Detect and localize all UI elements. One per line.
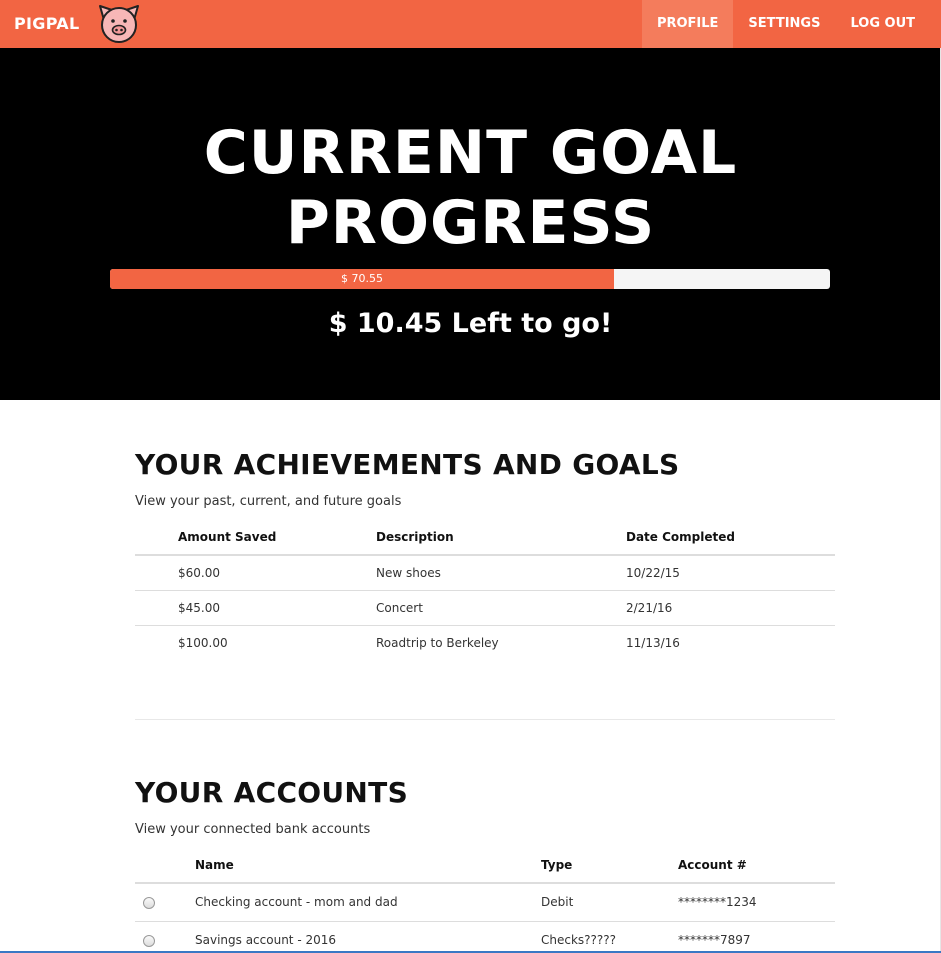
header-name: Name xyxy=(195,858,234,872)
cell-account-name: Checking account - mom and dad xyxy=(195,895,398,909)
section-divider xyxy=(135,719,835,720)
goals-table-header: Amount Saved Description Date Completed xyxy=(135,520,835,556)
nav-settings[interactable]: SETTINGS xyxy=(733,0,835,48)
header-amount-saved: Amount Saved xyxy=(178,530,277,544)
cell-date: 2/21/16 xyxy=(626,601,673,615)
header-description: Description xyxy=(376,530,454,544)
nav-menu: PROFILE SETTINGS LOG OUT xyxy=(641,0,930,48)
goal-progress-label: $ 70.55 xyxy=(341,272,383,285)
hero-title-line-2: PROGRESS xyxy=(285,188,656,258)
cell-date: 11/13/16 xyxy=(626,636,680,650)
cell-account-type: Checks????? xyxy=(541,933,617,947)
table-row: $45.00 Concert 2/21/16 xyxy=(135,591,835,626)
accounts-subtitle: View your connected bank accounts xyxy=(135,822,371,837)
hero-title: CURRENT GOAL PROGRESS xyxy=(0,118,941,258)
cell-description: Concert xyxy=(376,601,423,615)
header-account-number: Account # xyxy=(678,858,747,872)
header-type: Type xyxy=(541,858,573,872)
table-row: Checking account - mom and dad Debit ***… xyxy=(135,884,835,922)
goal-hero: CURRENT GOAL PROGRESS $ 70.55 $ 10.45 Le… xyxy=(0,48,941,400)
cell-amount: $60.00 xyxy=(178,566,220,580)
cell-account-name: Savings account - 2016 xyxy=(195,933,336,947)
goals-title: YOUR ACHIEVEMENTS AND GOALS xyxy=(135,448,680,481)
cell-description: Roadtrip to Berkeley xyxy=(376,636,499,650)
table-row: $100.00 Roadtrip to Berkeley 11/13/16 xyxy=(135,626,835,661)
cell-description: New shoes xyxy=(376,566,441,580)
goals-table: Amount Saved Description Date Completed … xyxy=(135,520,835,661)
cell-account-number: *******7897 xyxy=(678,933,751,947)
cell-amount: $45.00 xyxy=(178,601,220,615)
nav-profile[interactable]: PROFILE xyxy=(641,0,734,48)
goals-subtitle: View your past, current, and future goal… xyxy=(135,494,402,509)
pig-logo-icon[interactable] xyxy=(92,2,146,44)
goal-progress-bar: $ 70.55 xyxy=(110,269,830,289)
cell-account-number: ********1234 xyxy=(678,895,757,909)
cell-date: 10/22/15 xyxy=(626,566,680,580)
table-row: $60.00 New shoes 10/22/15 xyxy=(135,556,835,591)
accounts-table: Name Type Account # Checking account - m… xyxy=(135,848,835,953)
table-row: Savings account - 2016 Checks????? *****… xyxy=(135,922,835,953)
cell-account-type: Debit xyxy=(541,895,574,909)
header-date-completed: Date Completed xyxy=(626,530,735,544)
account-select-radio[interactable] xyxy=(143,897,155,909)
navbar: PIGPAL PROFILE SETTINGS LOG OUT xyxy=(0,0,941,48)
hero-title-line-1: CURRENT GOAL xyxy=(203,118,738,188)
cell-amount: $100.00 xyxy=(178,636,228,650)
brand-name[interactable]: PIGPAL xyxy=(14,0,79,48)
account-select-radio[interactable] xyxy=(143,935,155,947)
left-to-go-text: $ 10.45 Left to go! xyxy=(328,308,613,339)
nav-log-out[interactable]: LOG OUT xyxy=(835,0,930,48)
accounts-table-header: Name Type Account # xyxy=(135,848,835,884)
accounts-title: YOUR ACCOUNTS xyxy=(135,776,409,809)
